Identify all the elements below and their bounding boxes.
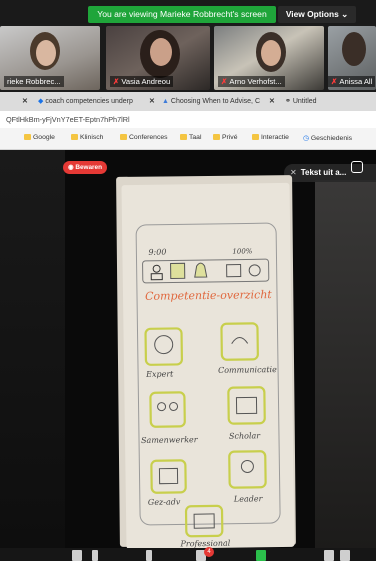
svg-text:Leader: Leader	[233, 494, 264, 503]
participant-name: ✗ Arno Verhofst...	[218, 76, 285, 87]
pinterest-icon: ◉	[68, 164, 74, 171]
browser-tab-bar: ✕ ◆ coach competencies underp ✕ ▲ Choosi…	[0, 92, 376, 111]
bookmark-geschiedenis[interactable]: ◷ Geschiedenis	[303, 134, 352, 142]
mic-muted-icon: ✗	[221, 77, 228, 86]
tab-untitled[interactable]: ⚭ Untitled	[285, 95, 317, 108]
chat-badge: 4	[204, 547, 214, 557]
participants-icon[interactable]	[72, 550, 82, 561]
participant-tile[interactable]: ✗ Vasia Andreou	[106, 26, 210, 90]
history-icon: ◷	[303, 135, 309, 142]
participant-tile[interactable]: ✗ Anissa All	[328, 26, 376, 90]
svg-text:Expert: Expert	[145, 369, 174, 378]
participant-face	[261, 40, 281, 66]
folder-icon	[120, 134, 127, 140]
close-tab-icon[interactable]: ✕	[149, 95, 155, 108]
svg-text:Samenwerker: Samenwerker	[141, 435, 199, 445]
folder-icon	[180, 134, 187, 140]
participant-name: ✗ Vasia Andreou	[110, 76, 174, 87]
settings-icon	[248, 264, 261, 277]
document-icon	[170, 262, 186, 280]
sketch-title: Competentie-overzicht	[145, 288, 273, 303]
address-bar[interactable]: QFtlHkBm-yFjVnY7eET-Eptn7hPh7lRl	[0, 111, 376, 128]
bookmark-interactie[interactable]: Interactie	[252, 134, 289, 141]
bookmark-conferences[interactable]: Conferences	[120, 134, 168, 141]
bookmark-klinisch[interactable]: Klinisch	[71, 134, 103, 141]
competence-tile-expert: Expert	[144, 327, 184, 379]
svg-text:Gez-adv: Gez-adv	[148, 497, 181, 506]
competence-tile-scholar: Scholar	[227, 386, 266, 441]
globe-icon: ⚭	[285, 98, 291, 105]
participant-name: rieke Robbrec...	[4, 76, 64, 87]
participant-face	[36, 40, 56, 66]
folder-icon	[252, 134, 259, 140]
bookmark-google[interactable]: Google	[24, 134, 55, 141]
competence-tile-professional: Professional	[179, 504, 231, 548]
participant-video	[342, 32, 366, 66]
view-options-button[interactable]: View Options ⌄	[278, 6, 356, 23]
competence-tile-samenwerker: Samenwerker	[141, 391, 199, 445]
share-icon[interactable]	[92, 550, 98, 561]
participant-name: ✗ Anissa All	[328, 76, 376, 87]
record-icon[interactable]	[146, 550, 152, 561]
bewaren-button[interactable]: ◉ Bewaren	[63, 161, 107, 174]
tab-favicon-icon: ◆	[38, 98, 44, 105]
participant-strip: rieke Robbrec... ✗ Vasia Andreou ✗ Arno Ve…	[0, 24, 376, 92]
folder-icon	[213, 134, 220, 140]
tab-choosing-when-to-advise[interactable]: ▲ Choosing When to Advise, C	[162, 95, 260, 108]
paper-prototype: 9:00 100% Competentie-overzicht Expert C…	[121, 182, 295, 548]
user-icon	[150, 264, 163, 281]
participant-face	[150, 38, 172, 66]
competence-tile-leader: Leader	[228, 450, 267, 504]
shared-screen-view: ◉ Bewaren ✕ Tekst uit a... 9:00 100% Com…	[0, 150, 376, 548]
svg-text:Communicatie: Communicatie	[218, 365, 277, 375]
viewing-screen-indicator: You are viewing Marieke Robbrecht's scre…	[88, 6, 276, 23]
svg-text:Scholar: Scholar	[229, 431, 261, 440]
status-battery: 100%	[232, 247, 252, 255]
mic-muted-icon: ✗	[331, 77, 338, 86]
tab-favicon-icon: ▲	[162, 98, 169, 105]
add-icon	[226, 264, 242, 278]
status-time: 9:00	[148, 248, 166, 257]
participant-tile[interactable]: rieke Robbrec...	[0, 26, 100, 90]
lens-icon[interactable]	[351, 161, 363, 173]
bell-icon	[194, 262, 208, 278]
competence-tile-gez-adv: Gez-adv	[148, 459, 187, 507]
svg-text:Professional: Professional	[179, 539, 230, 548]
meeting-toolbar: 4	[0, 547, 376, 561]
folder-icon	[24, 134, 31, 140]
green-share-icon[interactable]	[256, 550, 266, 561]
mic-muted-icon: ✗	[113, 77, 120, 86]
reactions-icon[interactable]	[324, 550, 334, 561]
bookmark-taal[interactable]: Taal	[180, 134, 201, 141]
close-tab-icon[interactable]: ✕	[269, 95, 275, 108]
competence-tile-communicatie: Communicatie	[218, 322, 277, 375]
bookmark-prive[interactable]: Privé	[213, 134, 238, 141]
folder-icon	[71, 134, 78, 140]
bookmarks-bar: Google Klinisch Conferences Taal Privé I…	[0, 128, 376, 150]
tab-coach-competencies[interactable]: ◆ coach competencies underp	[38, 95, 133, 108]
more-icon[interactable]	[340, 550, 350, 561]
zoom-meeting-window: You are viewing Marieke Robbrecht's scre…	[0, 0, 376, 561]
top-banner: You are viewing Marieke Robbrecht's scre…	[0, 0, 376, 24]
close-tab-icon[interactable]: ✕	[22, 95, 28, 108]
participant-tile[interactable]: ✗ Arno Verhofst...	[214, 26, 324, 90]
background-left	[0, 150, 65, 548]
paper-sketch: 9:00 100% Competentie-overzicht Expert C…	[135, 222, 281, 548]
background-right	[315, 180, 376, 548]
